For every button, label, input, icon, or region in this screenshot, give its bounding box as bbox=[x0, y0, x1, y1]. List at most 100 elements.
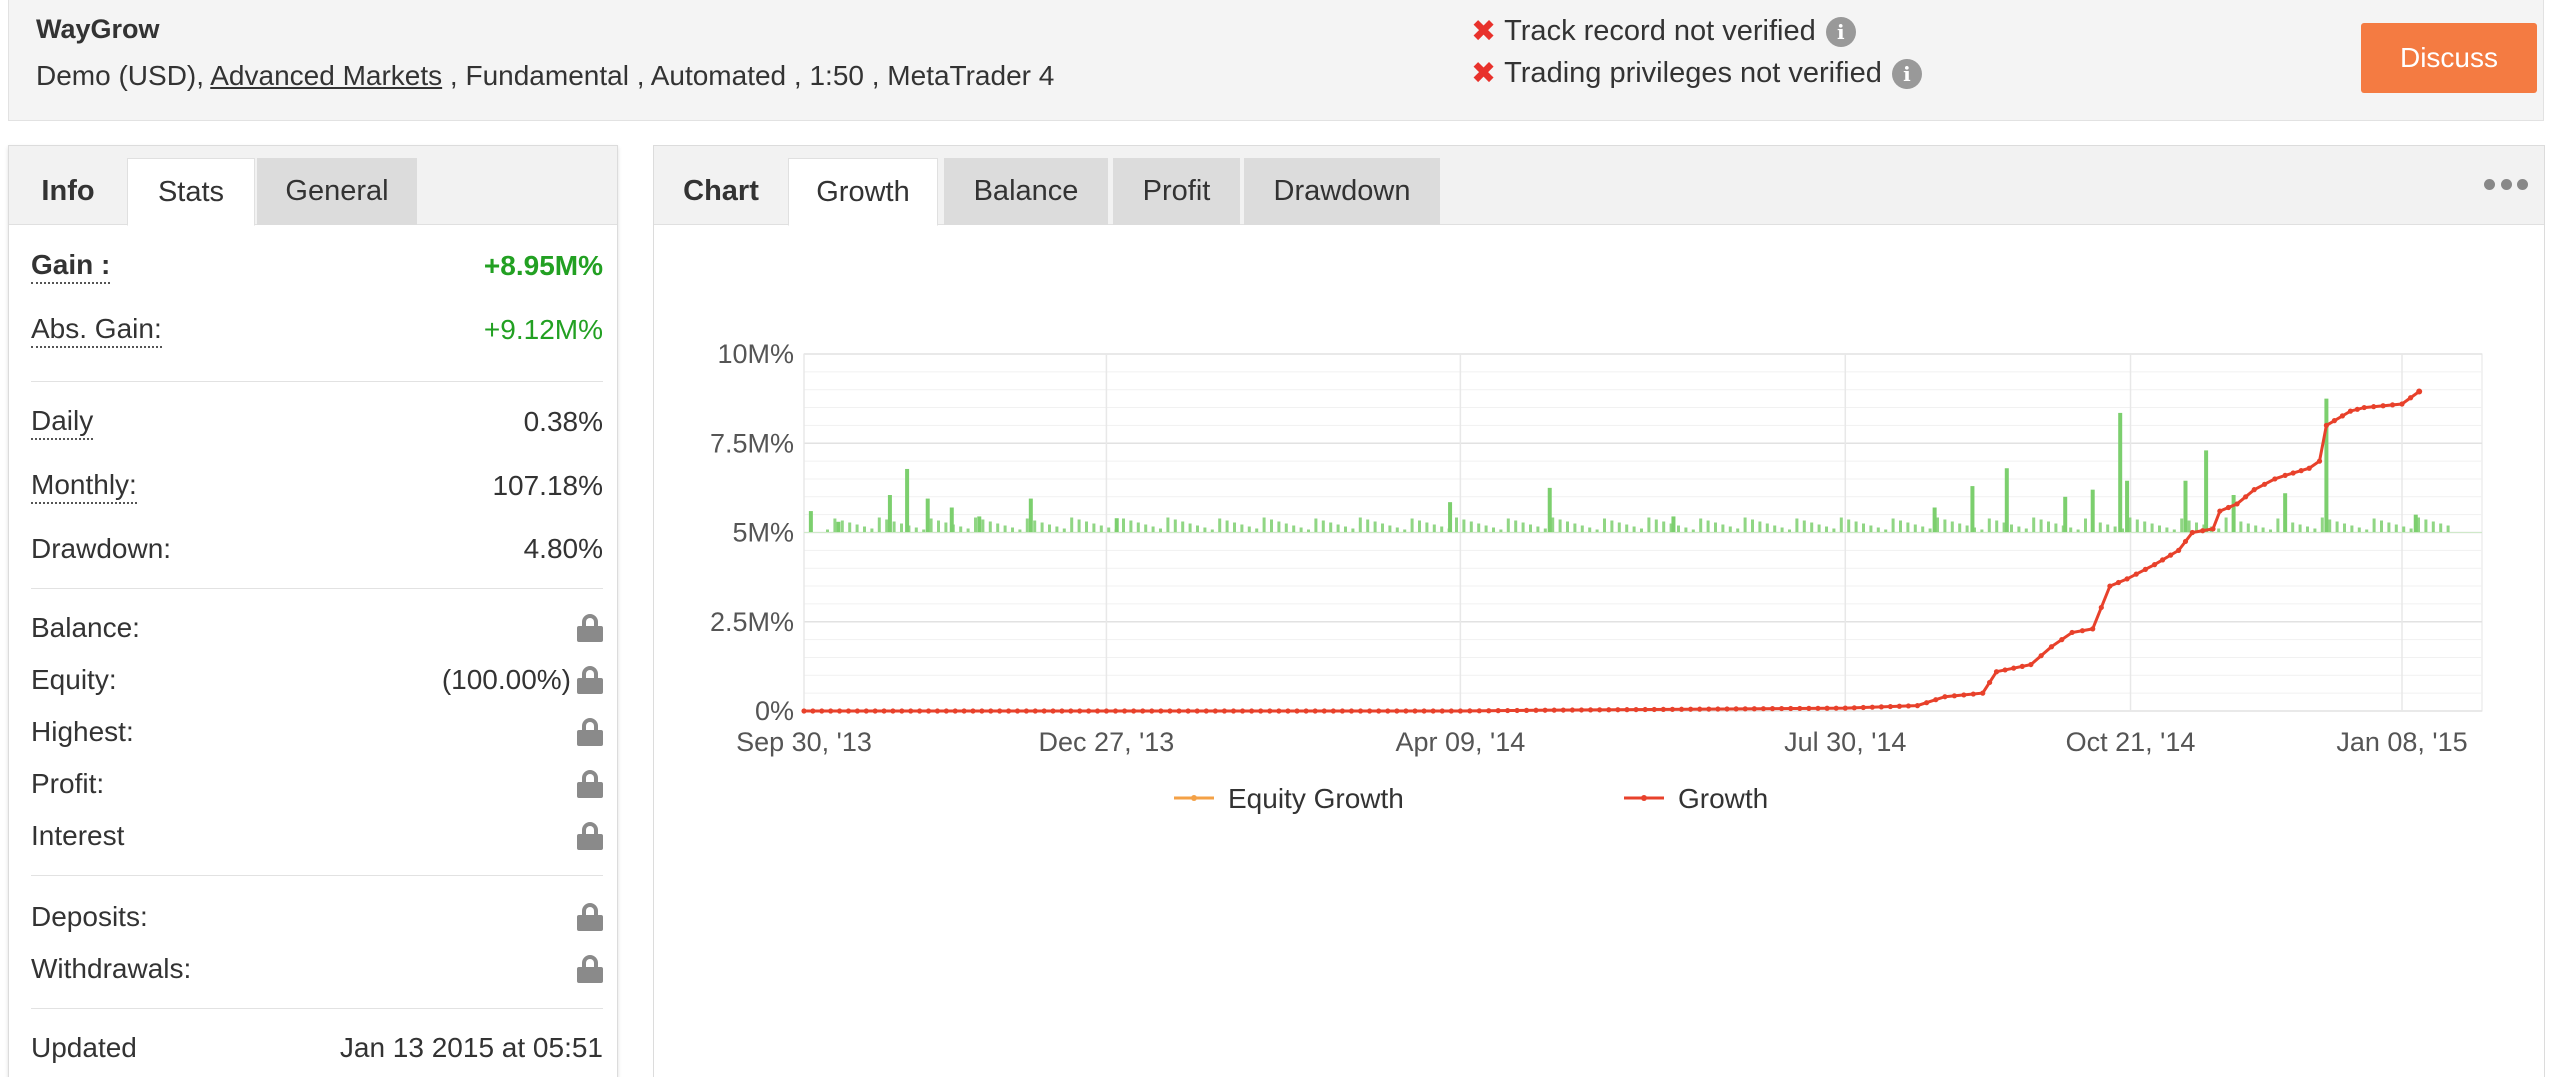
broker-link[interactable]: Advanced Markets bbox=[210, 60, 442, 91]
legend-growth-label: Growth bbox=[1678, 783, 1768, 814]
growth-point bbox=[2323, 422, 2329, 428]
more-options-icon[interactable] bbox=[2484, 172, 2528, 196]
daily-bar-minor bbox=[1388, 525, 1392, 533]
daily-bar-minor bbox=[1077, 519, 1081, 533]
growth-point bbox=[1560, 707, 1566, 713]
growth-point bbox=[1212, 708, 1218, 714]
daily-bar-minor bbox=[2187, 520, 2191, 533]
gain-label[interactable]: Gain : bbox=[31, 248, 111, 284]
growth-point bbox=[1542, 707, 1548, 713]
daily-bar-minor bbox=[1107, 527, 1111, 533]
daily-bar-minor bbox=[2298, 524, 2302, 533]
growth-point bbox=[1642, 706, 1648, 713]
y-tick-label: 7.5M% bbox=[710, 428, 794, 458]
tab-general[interactable]: General bbox=[257, 158, 417, 225]
daily-bar-minor bbox=[1188, 523, 1192, 533]
daily-bar-minor bbox=[2402, 526, 2406, 533]
tab-balance[interactable]: Balance bbox=[944, 158, 1108, 225]
daily-bar-minor bbox=[1159, 528, 1162, 533]
daily-bar-minor bbox=[1891, 518, 1895, 533]
daily-bar-minor bbox=[2098, 522, 2102, 533]
daily-bar-minor bbox=[2180, 518, 2184, 533]
growth-point bbox=[801, 708, 807, 714]
legend-growth-marker bbox=[1641, 795, 1647, 801]
tab-drawdown[interactable]: Drawdown bbox=[1244, 158, 1440, 225]
x-tick-label: Apr 09, '14 bbox=[1396, 727, 1526, 757]
growth-point bbox=[2028, 661, 2034, 668]
daily-bar-minor bbox=[2002, 522, 2006, 533]
tab-profit[interactable]: Profit bbox=[1113, 158, 1240, 225]
daily-bar-minor bbox=[1048, 524, 1051, 533]
x-tick-label: Jul 30, '14 bbox=[1784, 727, 1906, 757]
daily-bar-minor bbox=[2439, 523, 2443, 533]
daily-bar-minor bbox=[907, 525, 911, 533]
info-icon[interactable]: i bbox=[1825, 16, 1856, 47]
equity-row: Equity: (100.00%) bbox=[31, 660, 603, 700]
daily-bar-minor bbox=[1329, 522, 1333, 533]
growth-point bbox=[2002, 667, 2008, 673]
tab-stats[interactable]: Stats bbox=[127, 158, 255, 226]
daily-bar-minor bbox=[1714, 522, 1717, 533]
daily-bar-minor bbox=[1566, 521, 1569, 533]
growth-point bbox=[2048, 644, 2055, 650]
growth-point bbox=[1005, 708, 1012, 714]
chart-tabs: Chart Growth Balance Profit Drawdown bbox=[654, 146, 2544, 226]
growth-point bbox=[1276, 708, 1282, 714]
abs-gain-label[interactable]: Abs. Gain: bbox=[31, 312, 162, 348]
daily-bar-minor bbox=[1173, 519, 1177, 533]
growth-point bbox=[1185, 708, 1191, 714]
growth-point bbox=[1403, 708, 1409, 714]
growth-point bbox=[1942, 694, 1948, 700]
daily-bar-minor bbox=[870, 528, 874, 533]
daily-bar-minor bbox=[1936, 517, 1939, 533]
daily-bar-minor bbox=[2032, 517, 2036, 533]
withdrawals-row: Withdrawals: bbox=[31, 949, 603, 989]
monthly-label[interactable]: Monthly: bbox=[31, 468, 137, 504]
cross-icon: ✖ bbox=[1471, 15, 1497, 48]
growth-point bbox=[1167, 708, 1173, 714]
daily-bar bbox=[1028, 498, 1033, 533]
account-description: Demo (USD), Advanced Markets , Fundament… bbox=[36, 60, 1054, 92]
daily-bar-minor bbox=[1521, 522, 1525, 533]
chart-panel: Chart Growth Balance Profit Drawdown 0% 2… bbox=[653, 145, 2545, 1077]
growth-point bbox=[1624, 707, 1630, 713]
growth-point bbox=[1769, 706, 1776, 712]
highest-label: Highest: bbox=[31, 716, 134, 747]
growth-point bbox=[1697, 706, 1703, 712]
daily-bar-minor bbox=[2417, 517, 2420, 533]
growth-point bbox=[961, 708, 967, 714]
growth-point bbox=[1788, 705, 1794, 712]
daily-bar-minor bbox=[2232, 519, 2235, 533]
daily-bar bbox=[2183, 480, 2188, 533]
daily-bar-minor bbox=[951, 524, 955, 533]
growth-point bbox=[2306, 465, 2312, 471]
withdrawals-label: Withdrawals: bbox=[31, 953, 192, 984]
info-icon[interactable]: i bbox=[1891, 58, 1922, 89]
growth-point bbox=[1086, 708, 1092, 714]
growth-point bbox=[1476, 708, 1482, 714]
tab-growth[interactable]: Growth bbox=[788, 158, 938, 226]
lock-icon bbox=[577, 718, 603, 746]
x-tick-label: Oct 21, '14 bbox=[2066, 727, 2196, 757]
growth-point bbox=[908, 708, 914, 714]
daily-bar-minor bbox=[1351, 528, 1355, 533]
tab-info[interactable]: Info bbox=[9, 158, 127, 225]
growth-point bbox=[2069, 629, 2075, 636]
y-axis-ticks: 0% 2.5M% 5M% 7.5M% 10M% bbox=[710, 339, 794, 726]
account-type: Demo (USD), bbox=[36, 60, 211, 91]
daily-bar-minor bbox=[1580, 525, 1584, 533]
daily-label[interactable]: Daily bbox=[31, 404, 94, 440]
daily-bar-minor bbox=[1536, 526, 1540, 533]
daily-bar-minor bbox=[1506, 518, 1510, 533]
daily-bar-minor bbox=[1617, 522, 1621, 533]
growth-point bbox=[1495, 708, 1501, 714]
daily-bar bbox=[887, 495, 892, 533]
growth-point bbox=[1980, 690, 1986, 696]
growth-point bbox=[1348, 708, 1355, 714]
account-details: , Fundamental , Automated , 1:50 , MetaT… bbox=[442, 60, 1055, 91]
growth-point bbox=[1615, 707, 1621, 713]
discuss-button[interactable]: Discuss bbox=[2361, 23, 2537, 93]
daily-bar-minor bbox=[914, 527, 918, 533]
growth-point bbox=[1806, 705, 1812, 711]
growth-point bbox=[1533, 707, 1539, 713]
